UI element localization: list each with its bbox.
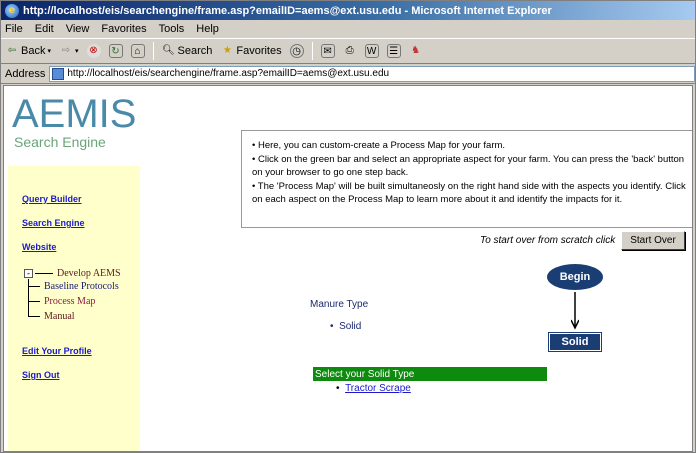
toolbar: ⇦ Back ▾ ⇨ ▾ ⊗ ↻ ⌂ 🔍︎ Search ★ Favorites…	[1, 38, 695, 64]
menu-tools[interactable]: Tools	[159, 23, 185, 35]
collapse-icon[interactable]: -	[24, 269, 33, 278]
favorites-icon: ★	[222, 45, 232, 56]
instruction-item: • Click on the green bar and select an a…	[252, 154, 685, 178]
nav-search-engine[interactable]: Search Engine	[22, 218, 85, 228]
search-button[interactable]: 🔍︎ Search	[162, 44, 212, 58]
tree-root-label: Develop AEMS	[57, 268, 121, 279]
messenger-icon[interactable]: ♞	[409, 44, 423, 58]
tree-item-baseline-protocols[interactable]: Baseline Protocols	[44, 281, 119, 292]
logo-subtitle: Search Engine	[14, 134, 106, 150]
back-arrow-icon: ⇦	[7, 45, 17, 56]
print-icon[interactable]: ⎙	[343, 44, 357, 58]
start-over-prompt: To start over from scratch click	[480, 235, 616, 246]
flow-arrow-icon	[571, 292, 579, 330]
menu-edit[interactable]: Edit	[35, 23, 54, 35]
tree-item-process-map[interactable]: Process Map	[44, 296, 95, 307]
chevron-down-icon: ▾	[47, 48, 51, 55]
start-over-button[interactable]: Start Over	[621, 231, 685, 250]
address-url: http://localhost/eis/searchengine/frame.…	[67, 68, 390, 79]
menu-help[interactable]: Help	[196, 23, 219, 35]
instruction-item: • Here, you can custom-create a Process …	[252, 140, 506, 151]
back-button[interactable]: ⇦ Back ▾	[5, 44, 51, 58]
selected-value: • Solid	[330, 321, 362, 332]
tree-root[interactable]: - Develop AEMS	[24, 268, 121, 279]
chevron-down-icon: ▾	[74, 48, 79, 55]
logo: AEMIS Search Engine	[4, 86, 154, 166]
address-label: Address	[5, 67, 46, 80]
menu-view[interactable]: View	[66, 23, 90, 35]
mail-icon[interactable]: ✉	[320, 44, 335, 58]
page-content: AEMIS Search Engine Query Builder Search…	[3, 85, 693, 452]
internet-explorer-icon: e	[5, 3, 19, 18]
toolbar-separator	[152, 42, 154, 60]
page-icon	[52, 67, 65, 80]
nav-sign-out[interactable]: Sign Out	[22, 370, 60, 380]
nav-website[interactable]: Website	[22, 242, 56, 252]
window-title: http://localhost/eis/searchengine/frame.…	[23, 4, 552, 17]
toolbar-separator	[311, 42, 313, 60]
tree-connector	[28, 302, 40, 317]
browser-window: e http://localhost/eis/searchengine/fram…	[0, 0, 696, 453]
forward-arrow-icon: ⇨	[61, 45, 71, 56]
process-map-solid-node[interactable]: Solid	[548, 332, 602, 352]
tree-connector	[28, 287, 40, 302]
refresh-icon[interactable]: ↻	[108, 44, 123, 58]
option-tractor-scrape-link[interactable]: Tractor Scrape	[345, 383, 411, 394]
address-bar: Address http://localhost/eis/searchengin…	[1, 64, 695, 84]
menu-bar: File Edit View Favorites Tools Help	[1, 20, 695, 38]
stop-icon[interactable]: ⊗	[86, 44, 101, 58]
edit-icon[interactable]: W	[364, 44, 379, 58]
home-icon[interactable]: ⌂	[130, 44, 145, 58]
start-over-row: To start over from scratch click Start O…	[480, 231, 685, 250]
instructions-box: • Here, you can custom-create a Process …	[241, 130, 692, 228]
search-icon: 🔍︎	[162, 45, 175, 56]
selected-category: Manure Type	[310, 299, 369, 310]
logo-title: AEMIS	[12, 92, 137, 136]
address-field[interactable]: http://localhost/eis/searchengine/frame.…	[49, 65, 695, 82]
select-solid-type-bar[interactable]: Select your Solid Type	[313, 367, 547, 381]
history-icon[interactable]: ◷	[289, 44, 304, 58]
favorites-button[interactable]: ★ Favorites	[220, 44, 282, 58]
menu-file[interactable]: File	[5, 23, 23, 35]
discuss-icon[interactable]: ☰	[386, 44, 401, 58]
tree-item-manual[interactable]: Manual	[44, 311, 75, 322]
tree-connector	[28, 279, 40, 287]
title-bar: e http://localhost/eis/searchengine/fram…	[1, 1, 695, 20]
process-map-begin-node[interactable]: Begin	[547, 264, 603, 290]
forward-button[interactable]: ⇨ ▾	[59, 44, 79, 58]
nav-edit-profile[interactable]: Edit Your Profile	[22, 346, 92, 356]
tree-connector	[35, 273, 53, 274]
option-list-item: • Tractor Scrape	[336, 383, 411, 394]
menu-favorites[interactable]: Favorites	[101, 23, 146, 35]
instruction-item: • The 'Process Map' will be built simult…	[252, 181, 686, 205]
nav-query-builder[interactable]: Query Builder	[22, 194, 82, 204]
